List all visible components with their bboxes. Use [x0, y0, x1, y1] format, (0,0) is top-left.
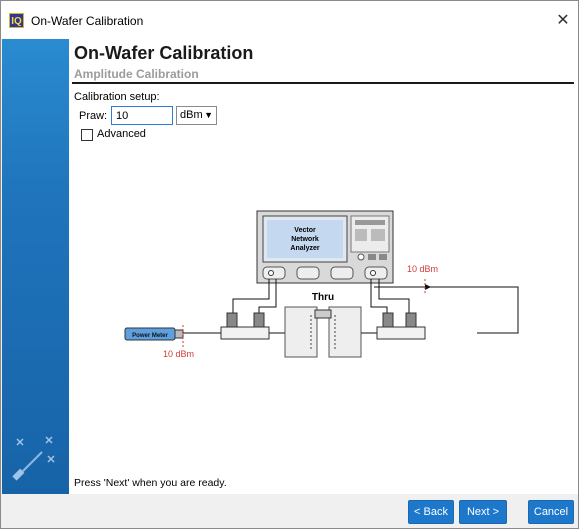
header-divider — [72, 82, 574, 84]
praw-label: Praw: — [79, 110, 108, 122]
vector-network-analyzer: Vector Network Analyzer — [256, 210, 394, 284]
power-meter: Power Meter — [124, 327, 184, 341]
cancel-button[interactable]: Cancel — [528, 500, 574, 524]
right-coupler — [376, 312, 426, 340]
back-button[interactable]: < Back — [408, 500, 454, 524]
calibration-wizard-window: IQ On-Wafer Calibration ✕ On-Wafer Calib… — [0, 0, 579, 529]
window-title: On-Wafer Calibration — [31, 14, 144, 28]
thru-standard: Thru — [284, 292, 362, 358]
thru-label: Thru — [312, 292, 334, 303]
unit-dropdown[interactable]: dBm ▼ — [176, 106, 217, 125]
close-button[interactable]: ✕ — [549, 7, 577, 35]
vna-label-line3: Analyzer — [290, 245, 319, 252]
vna-label-line1: Vector — [294, 227, 316, 234]
app-icon: IQ — [9, 13, 24, 28]
level-annotation-left: 10 dBm — [163, 349, 194, 359]
praw-input[interactable] — [111, 106, 173, 125]
magic-wand-icon — [12, 436, 55, 481]
chevron-down-icon: ▼ — [204, 110, 213, 120]
advanced-label: Advanced — [97, 128, 146, 140]
wizard-content: On-Wafer Calibration Amplitude Calibrati… — [69, 39, 578, 494]
page-subtitle: Amplitude Calibration — [74, 67, 199, 81]
level-annotation-right: 10 dBm — [407, 264, 438, 274]
advanced-checkbox[interactable] — [81, 129, 93, 141]
calibration-setup-label: Calibration setup: — [74, 91, 160, 103]
vna-label-line2: Network — [291, 236, 319, 243]
unit-selected-value: dBm — [180, 109, 203, 121]
calibration-setup-diagram: Vector Network Analyzer Thru Power Meter… — [124, 210, 519, 359]
close-icon: ✕ — [556, 12, 570, 29]
wizard-side-panel — [2, 39, 69, 494]
instruction-text: Press 'Next' when you are ready. — [74, 477, 227, 489]
power-meter-label: Power Meter — [132, 333, 168, 339]
left-coupler — [220, 312, 270, 340]
page-title: On-Wafer Calibration — [74, 43, 254, 63]
next-button[interactable]: Next > — [459, 500, 507, 524]
title-bar: IQ On-Wafer Calibration ✕ — [1, 1, 578, 39]
